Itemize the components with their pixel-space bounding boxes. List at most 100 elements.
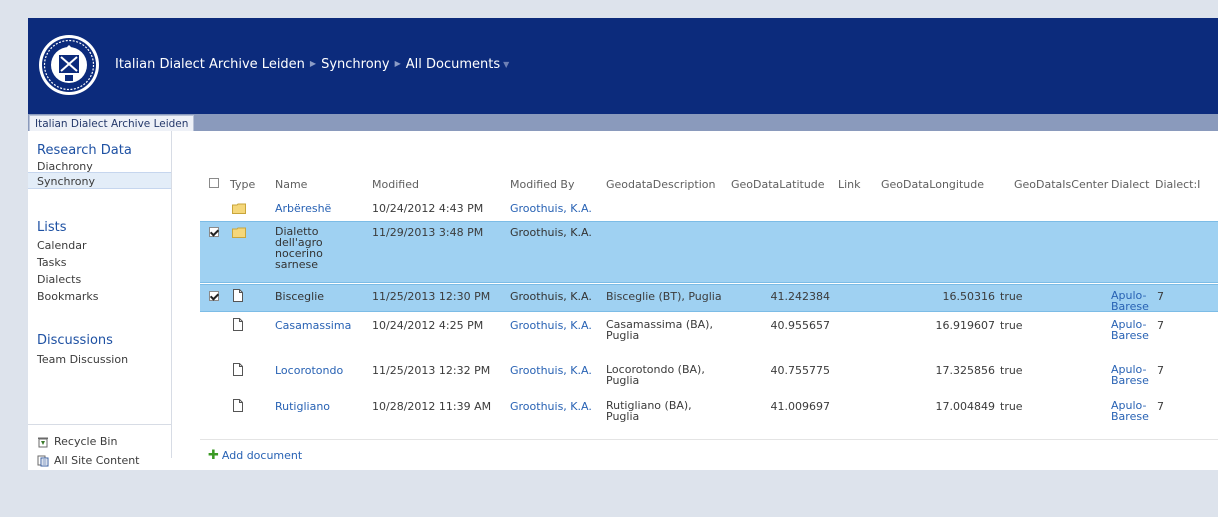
- column-header-is-center[interactable]: GeoDataIsCenter: [1014, 178, 1108, 191]
- column-header-dialect-id[interactable]: Dialect:I: [1155, 178, 1200, 191]
- geodata-is-center: true: [1000, 400, 1023, 413]
- column-header-dialect[interactable]: Dialect: [1111, 178, 1149, 191]
- modified-by-link[interactable]: Groothuis, K.A.: [510, 364, 592, 377]
- geodata-latitude: 40.955657: [770, 319, 831, 332]
- breadcrumb-library[interactable]: Synchrony: [321, 57, 390, 72]
- modified-date: 11/29/2013 3:48 PM: [372, 226, 484, 239]
- geodata-latitude: 40.755775: [770, 364, 831, 377]
- column-header-name[interactable]: Name: [275, 178, 307, 191]
- geodata-is-center: true: [1000, 290, 1023, 303]
- column-header-type[interactable]: Type: [230, 178, 255, 191]
- document-icon: [233, 289, 243, 302]
- column-header-modified[interactable]: Modified: [372, 178, 419, 191]
- document-library: Type Name Modified Modified By GeodataDe…: [200, 131, 1218, 463]
- ql-heading-lists[interactable]: Lists: [37, 220, 67, 235]
- modified-by-link[interactable]: Groothuis, K.A.: [510, 400, 592, 413]
- folder-icon: [232, 227, 246, 238]
- row-checkbox[interactable]: [209, 291, 219, 301]
- document-name-link[interactable]: Casamassima: [275, 319, 351, 332]
- document-name-link[interactable]: Rutigliano: [275, 400, 330, 413]
- dialect-id: 7: [1157, 290, 1164, 303]
- ql-divider: [28, 424, 171, 425]
- dialect-id: 7: [1157, 400, 1164, 413]
- university-seal-icon[interactable]: [37, 33, 101, 97]
- geodata-description: Bisceglie (BT), Puglia: [606, 290, 722, 303]
- geodata-latitude: 41.009697: [770, 400, 831, 413]
- document-name-link[interactable]: Arbëreshë: [275, 202, 331, 215]
- ql-item-tasks[interactable]: Tasks: [37, 256, 66, 269]
- table-row[interactable]: Locorotondo 11/25/2013 12:32 PM Groothui…: [200, 359, 1218, 397]
- geodata-longitude: 17.004849: [935, 400, 996, 413]
- geodata-is-center: true: [1000, 364, 1023, 377]
- breadcrumb-view[interactable]: All Documents: [406, 57, 500, 72]
- select-all-checkbox[interactable]: [209, 178, 219, 188]
- dialect-link[interactable]: Apulo-Barese: [1111, 319, 1151, 341]
- modified-by-link[interactable]: Groothuis, K.A.: [510, 226, 592, 239]
- breadcrumb-separator-icon: ▶: [394, 59, 401, 68]
- geodata-longitude: 17.325856: [935, 364, 996, 377]
- ql-all-site-content-label: All Site Content: [54, 454, 140, 467]
- ql-heading-research-data[interactable]: Research Data: [37, 143, 132, 158]
- ql-item-dialects[interactable]: Dialects: [37, 273, 81, 286]
- column-header-modified-by[interactable]: Modified By: [510, 178, 575, 191]
- breadcrumb-separator-icon: ▶: [309, 59, 317, 68]
- modified-date: 10/24/2012 4:43 PM: [372, 202, 484, 215]
- geodata-description: Rutigliano (BA), Puglia: [606, 399, 692, 423]
- document-icon: [233, 399, 243, 412]
- ql-item-calendar[interactable]: Calendar: [37, 239, 86, 252]
- column-header-link[interactable]: Link: [838, 178, 861, 191]
- top-navigation: Italian Dialect Archive Leiden: [28, 114, 1218, 131]
- table-row[interactable]: Casamassima 10/24/2012 4:25 PM Groothuis…: [200, 314, 1218, 352]
- geodata-description: Casamassima (BA), Puglia: [606, 318, 713, 342]
- view-dropdown-icon[interactable]: ▼: [500, 60, 509, 69]
- modified-date: 10/24/2012 4:25 PM: [372, 319, 484, 332]
- dialect-link[interactable]: Apulo-Barese: [1111, 400, 1151, 422]
- column-header-longitude[interactable]: GeoDataLongitude: [881, 178, 984, 191]
- geodata-is-center: true: [1000, 319, 1023, 332]
- breadcrumb: Italian Dialect Archive Leiden ▶ Synchrony…: [115, 57, 509, 72]
- modified-by-link[interactable]: Groothuis, K.A.: [510, 319, 592, 332]
- dialect-id: 7: [1157, 319, 1164, 332]
- geodata-longitude: 16.919607: [935, 319, 996, 332]
- ql-recycle-bin[interactable]: Recycle Bin: [37, 435, 117, 448]
- ql-item-team-discussion[interactable]: Team Discussion: [37, 353, 128, 366]
- tab-home[interactable]: Italian Dialect Archive Leiden: [29, 115, 195, 131]
- ql-item-synchrony[interactable]: Synchrony: [37, 175, 95, 188]
- table-row[interactable]: Arbëreshë 10/24/2012 4:43 PM Groothuis, …: [200, 197, 1218, 219]
- ql-item-bookmarks[interactable]: Bookmarks: [37, 290, 98, 303]
- modified-date: 10/28/2012 11:39 AM: [372, 400, 492, 413]
- recycle-bin-icon: [38, 437, 48, 447]
- dialect-link[interactable]: Apulo-Barese: [1111, 290, 1151, 312]
- add-icon: ✚: [208, 448, 219, 463]
- document-icon: [233, 363, 243, 376]
- column-header-geodata-description[interactable]: GeodataDescription: [606, 178, 715, 191]
- ql-all-site-content[interactable]: All Site Content: [37, 454, 140, 467]
- document-name-link[interactable]: Bisceglie: [275, 290, 324, 303]
- site-header: Italian Dialect Archive Leiden ▶ Synchrony…: [28, 18, 1218, 114]
- table-row-selected[interactable]: Bisceglie 11/25/2013 12:30 PM Groothuis,…: [200, 284, 1218, 312]
- modified-by-link[interactable]: Groothuis, K.A.: [510, 202, 592, 215]
- page-frame: Italian Dialect Archive Leiden ▶ Synchrony…: [28, 18, 1218, 470]
- row-checkbox[interactable]: [209, 227, 219, 237]
- breadcrumb-site[interactable]: Italian Dialect Archive Leiden: [115, 57, 305, 72]
- document-name-link[interactable]: Locorotondo: [275, 364, 343, 377]
- quick-launch: Research Data Diachrony Synchrony Lists …: [28, 131, 172, 467]
- geodata-latitude: 41.242384: [770, 290, 831, 303]
- site-content-icon: [37, 455, 49, 466]
- modified-date: 11/25/2013 12:32 PM: [372, 364, 491, 377]
- modified-by-link[interactable]: Groothuis, K.A.: [510, 290, 592, 303]
- geodata-description: Locorotondo (BA), Puglia: [606, 363, 705, 387]
- add-document-label: Add document: [221, 449, 303, 462]
- document-name-link[interactable]: Dialetto dell'agro nocerino sarnese: [275, 226, 339, 270]
- folder-icon: [232, 203, 246, 214]
- dialect-link[interactable]: Apulo-Barese: [1111, 364, 1151, 386]
- ql-recycle-bin-label: Recycle Bin: [54, 435, 118, 448]
- ql-heading-discussions[interactable]: Discussions: [37, 333, 113, 348]
- table-row-selected[interactable]: Dialetto dell'agro nocerino sarnese 11/2…: [200, 221, 1218, 283]
- column-header-latitude[interactable]: GeoDataLatitude: [731, 178, 825, 191]
- table-row[interactable]: Rutigliano 10/28/2012 11:39 AM Groothuis…: [200, 395, 1218, 433]
- add-document-button[interactable]: ✚ Add document: [208, 448, 302, 463]
- dialect-id: 7: [1157, 364, 1164, 377]
- document-icon: [233, 318, 243, 331]
- list-footer-divider: [200, 439, 1218, 440]
